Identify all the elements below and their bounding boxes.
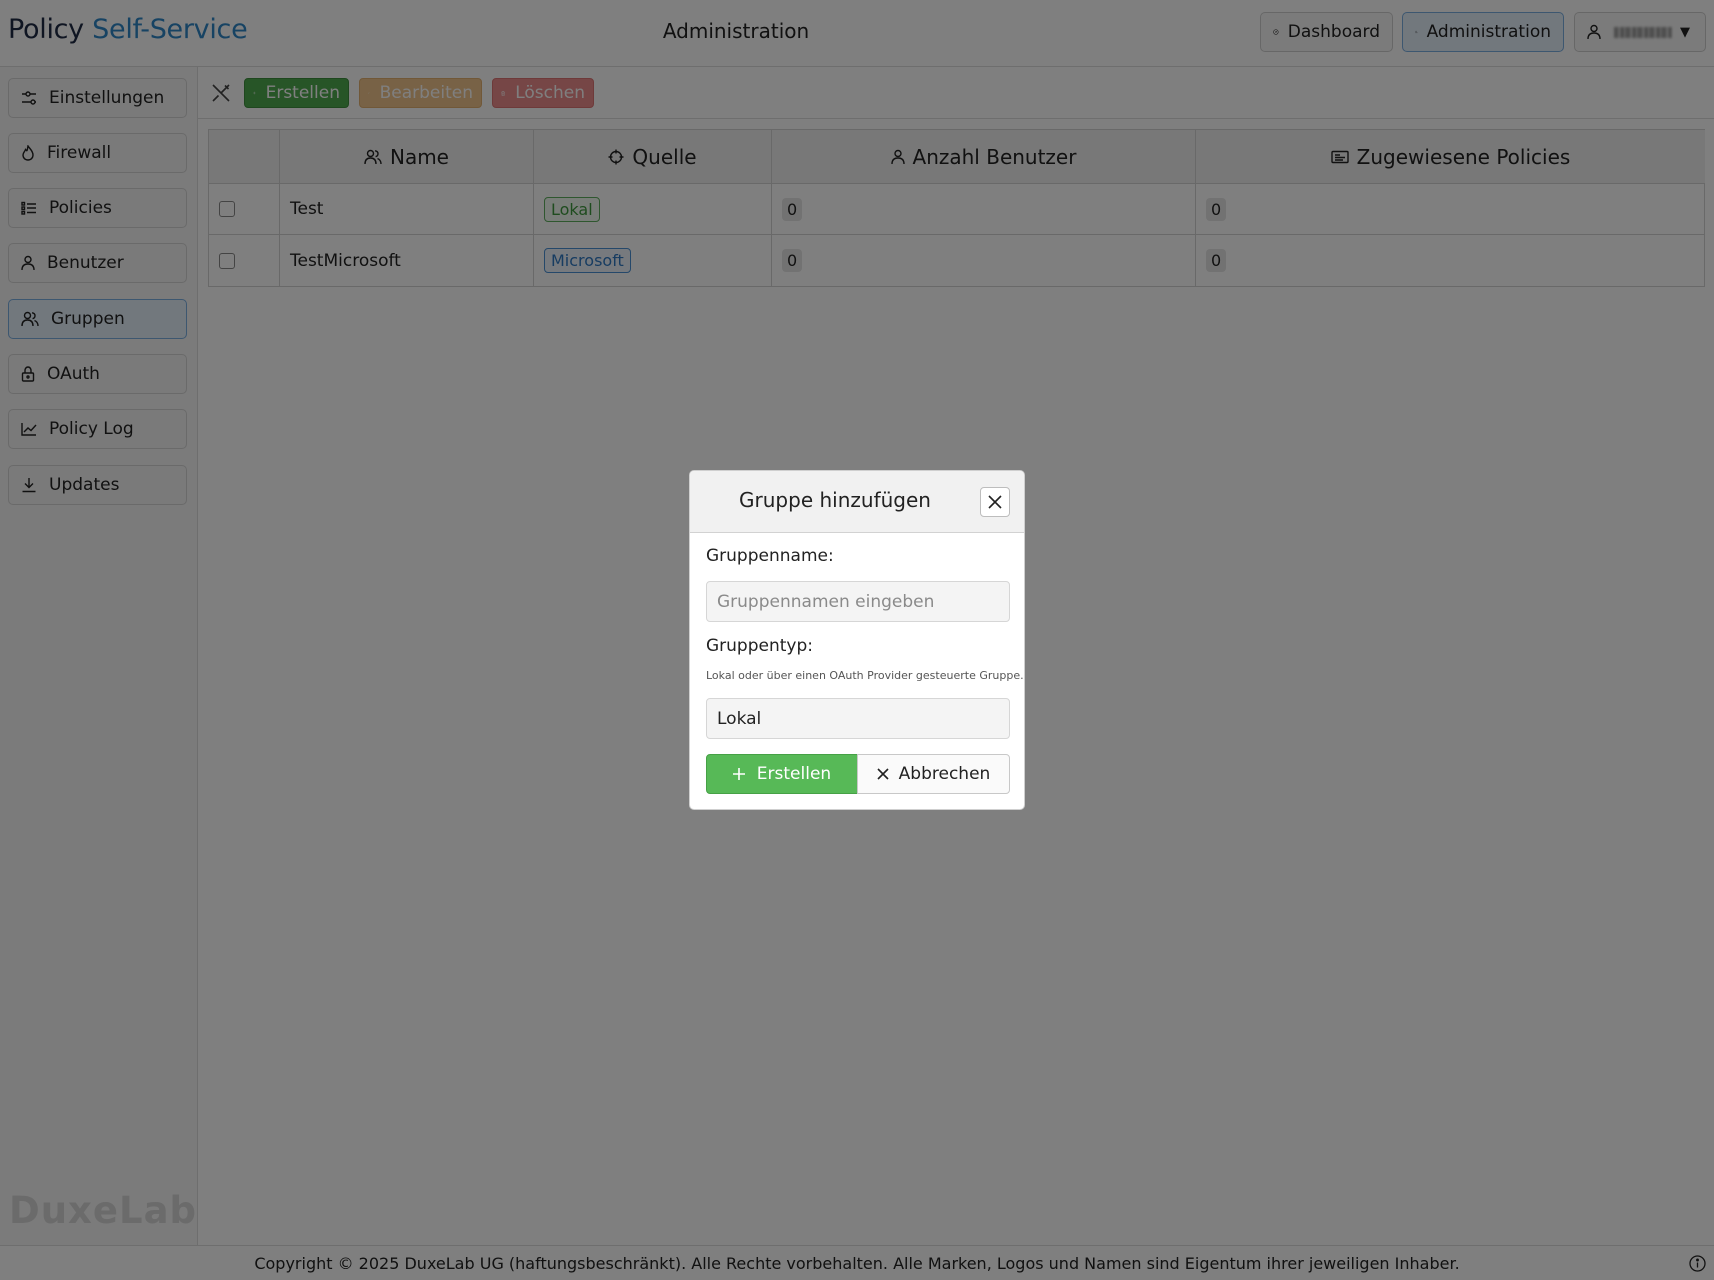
group-type-select[interactable]: Lokal xyxy=(706,698,1010,739)
add-group-dialog: Gruppe hinzufügen Gruppenname: Gruppenty… xyxy=(689,470,1025,810)
dialog-title: Gruppe hinzufügen xyxy=(739,488,931,512)
dialog-create-button[interactable]: Erstellen xyxy=(706,754,858,794)
dialog-cancel-label: Abbrechen xyxy=(898,764,991,784)
dialog-header: Gruppe hinzufügen xyxy=(690,471,1024,533)
group-name-input[interactable] xyxy=(706,581,1010,622)
dialog-create-label: Erstellen xyxy=(756,764,832,784)
dialog-cancel-button[interactable]: Abbrechen xyxy=(857,754,1010,794)
group-type-value: Lokal xyxy=(717,708,762,729)
close-button[interactable] xyxy=(980,487,1010,517)
close-icon xyxy=(877,768,889,780)
group-type-label: Gruppentyp: xyxy=(706,636,813,656)
group-type-help: Lokal oder über einen OAuth Provider ges… xyxy=(706,669,1024,682)
group-name-label: Gruppenname: xyxy=(706,546,834,566)
plus-icon xyxy=(732,768,745,780)
app-root: Policy Self-Service Administration Dashb… xyxy=(0,0,1714,1280)
close-icon xyxy=(988,495,1002,509)
